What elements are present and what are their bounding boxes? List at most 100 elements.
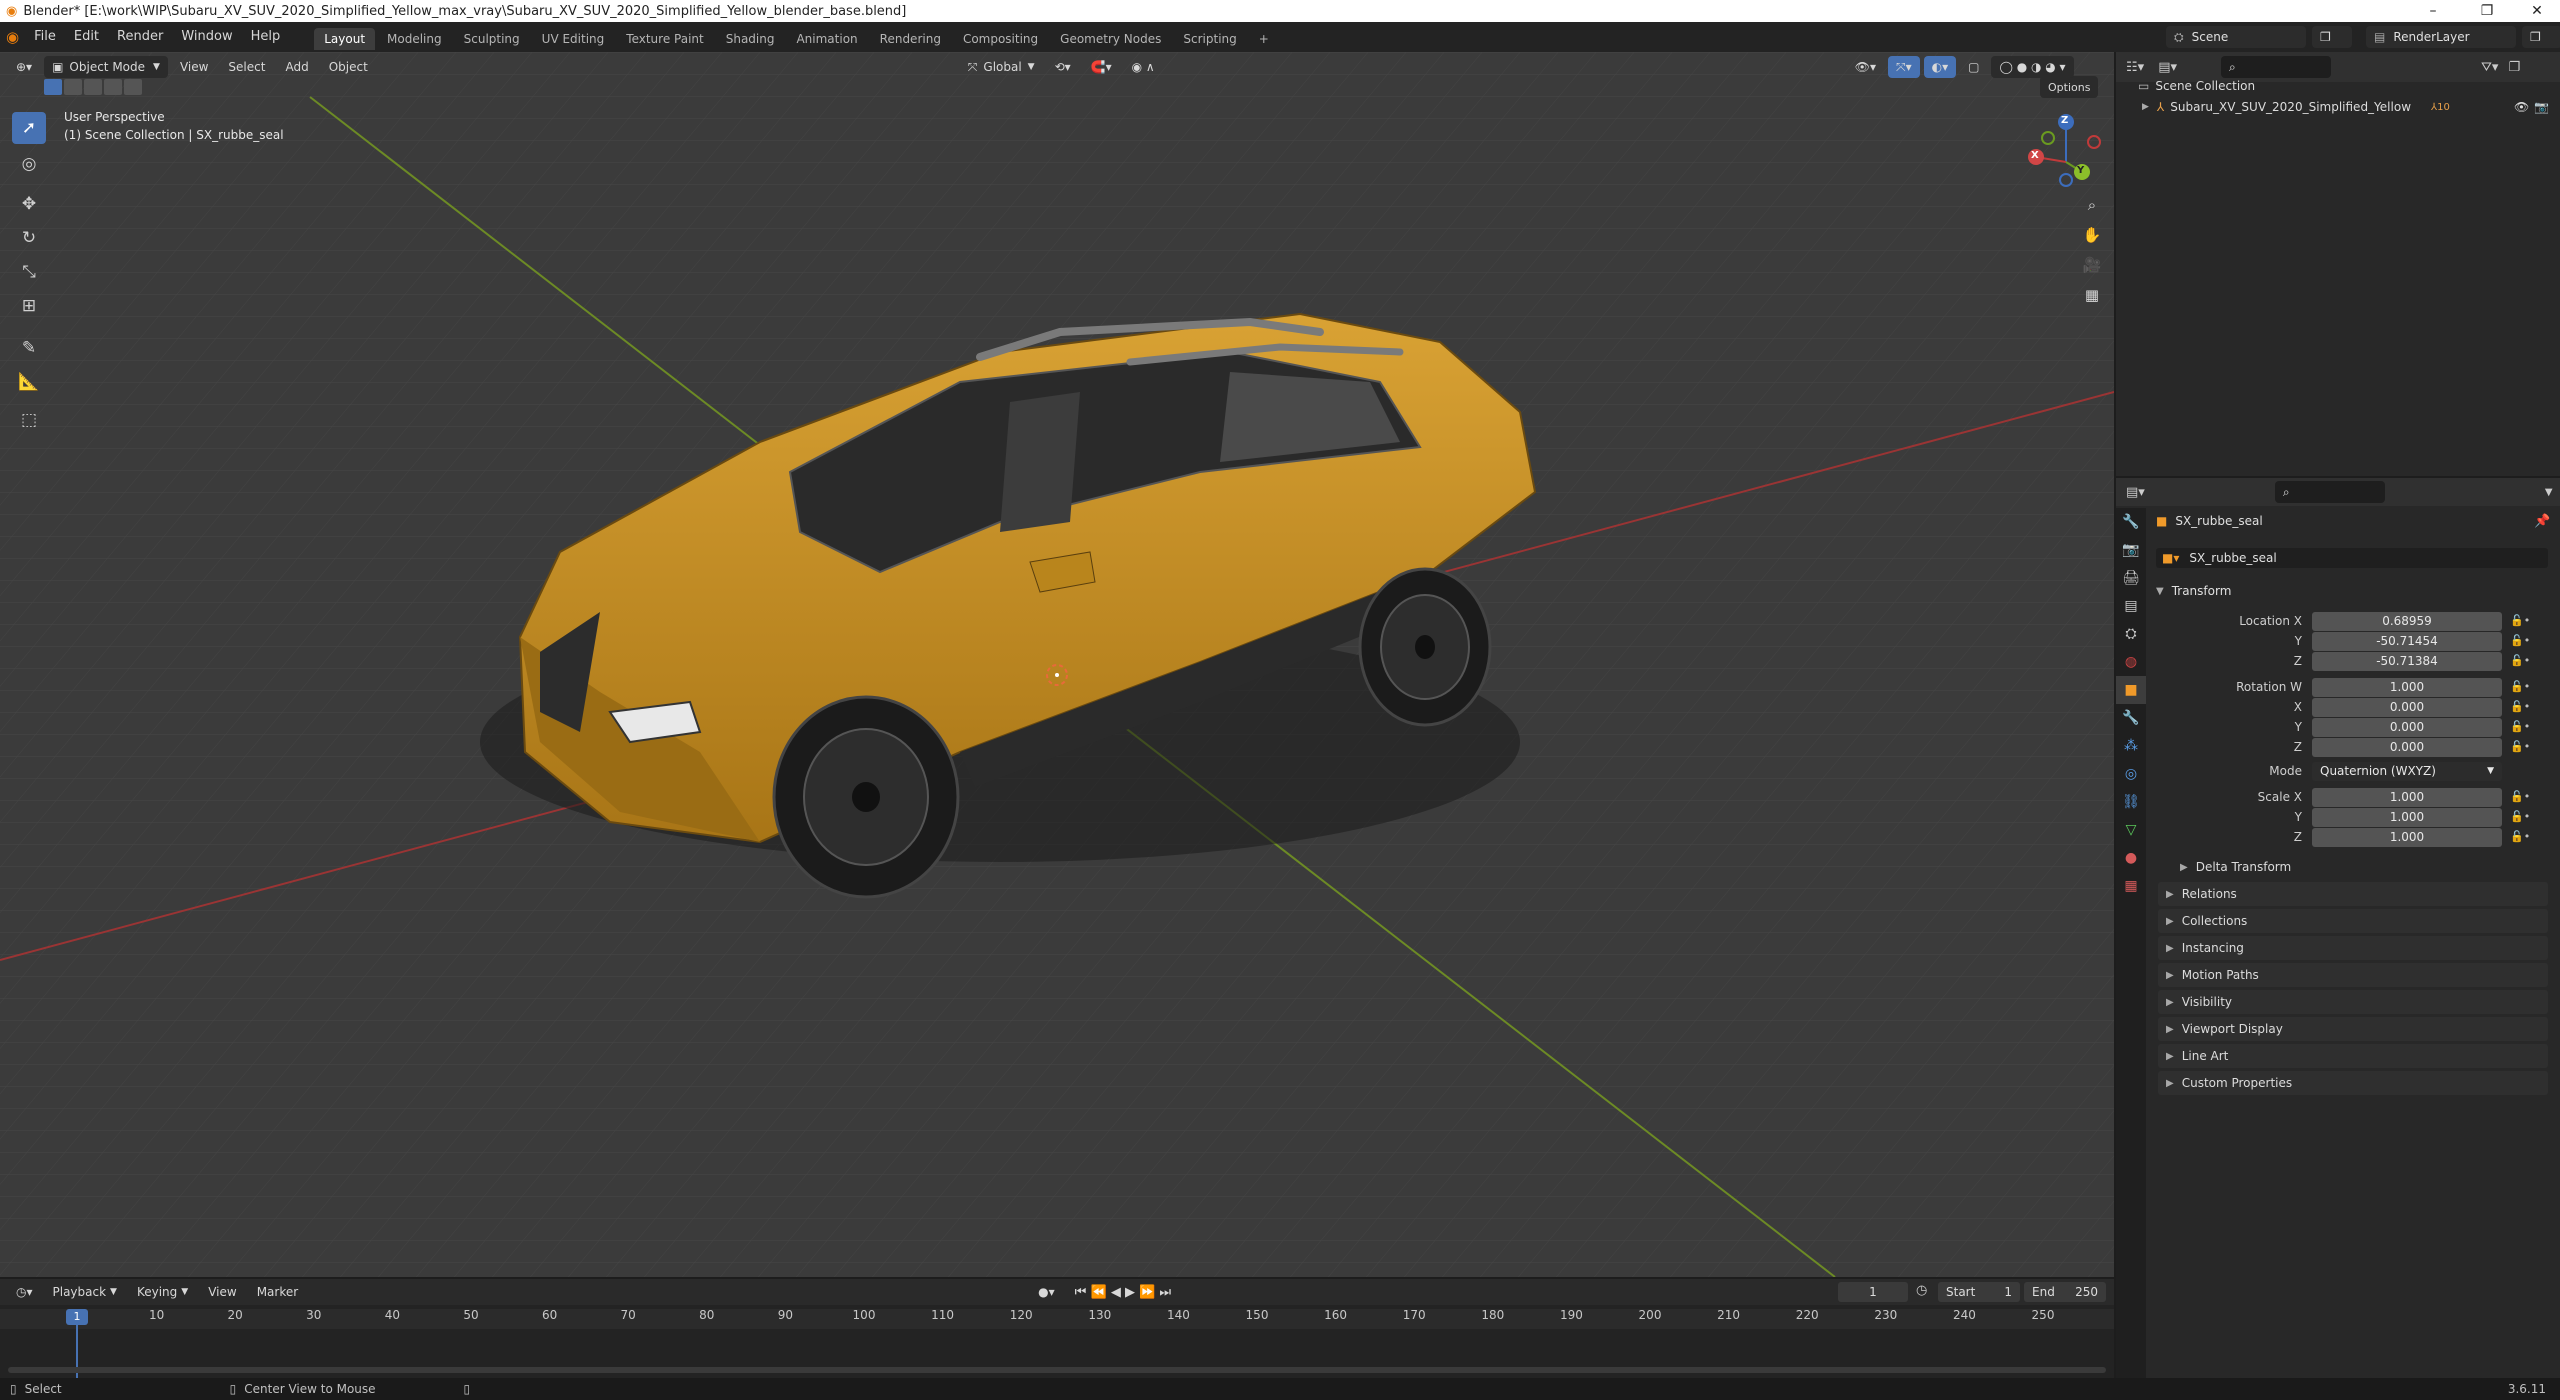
scene-tab-icon[interactable]: ⛭	[2116, 620, 2146, 648]
menu-object[interactable]: Object	[321, 56, 376, 78]
ortho-grid-icon[interactable]: ▦	[2077, 280, 2107, 310]
scale-x-field[interactable]: 1.000	[2312, 788, 2502, 807]
material-tab-icon[interactable]: ●	[2116, 844, 2146, 872]
tab-texture-paint[interactable]: Texture Paint	[616, 28, 713, 50]
tab-shading[interactable]: Shading	[716, 28, 785, 50]
location-x-field[interactable]: 0.68959	[2312, 612, 2502, 631]
object-name-field[interactable]: ■▾ SX_rubbe_seal	[2156, 548, 2548, 568]
tab-modeling[interactable]: Modeling	[377, 28, 452, 50]
properties-search-input[interactable]: ⌕	[2274, 481, 2385, 503]
preview-range-icon[interactable]: ◷	[1916, 1283, 1927, 1298]
tab-layout[interactable]: Layout	[314, 28, 376, 50]
output-tab-icon[interactable]: 🖨	[2116, 564, 2146, 592]
menu-view[interactable]: View	[172, 56, 216, 78]
playback-controls[interactable]: ⏮ ⏪ ◀ ▶ ⏩ ⏭	[1067, 1281, 1179, 1303]
rotate-tool-icon[interactable]: ↻	[12, 222, 46, 254]
cursor-tool-icon[interactable]: ◎	[12, 148, 46, 180]
panel-motion-paths[interactable]: ▶ Motion Paths	[2158, 963, 2548, 987]
lock-icon[interactable]: 🔓•	[2510, 830, 2530, 843]
render-tab-icon[interactable]: 📷	[2116, 536, 2146, 564]
texture-tab-icon[interactable]: ▦	[2116, 872, 2146, 900]
rotation-x-field[interactable]: 0.000	[2312, 698, 2502, 717]
rotation-mode-dropdown[interactable]: Quaternion (WXYZ) ▼	[2312, 762, 2502, 781]
menu-help[interactable]: Help	[242, 22, 290, 52]
close-button[interactable]: ✕	[2514, 0, 2560, 22]
view-layer-tab-icon[interactable]: ▤	[2116, 592, 2146, 620]
scene-new-button[interactable]: ❐	[2312, 26, 2352, 48]
rotation-z-field[interactable]: 0.000	[2312, 738, 2502, 757]
display-mode-icon[interactable]: ▤▾	[2158, 60, 2177, 75]
scene-selector[interactable]: ⛭ Scene	[2166, 26, 2306, 48]
add-workspace-button[interactable]: +	[1249, 28, 1279, 50]
physics-tab-icon[interactable]: ◎	[2116, 760, 2146, 788]
object-mode-dropdown[interactable]: ▣ Object Mode ▼	[44, 56, 168, 78]
tab-animation[interactable]: Animation	[786, 28, 867, 50]
transform-orientation-dropdown[interactable]: ⤧ Global ▼	[960, 56, 1043, 78]
select-box-tool-icon[interactable]: ➚	[12, 112, 46, 144]
maximize-button[interactable]: ❐	[2464, 0, 2510, 22]
outliner-root[interactable]: ▭ Scene Collection	[2138, 79, 2255, 93]
move-tool-icon[interactable]: ✥	[12, 188, 46, 220]
record-icon[interactable]: ●▾	[1030, 1281, 1063, 1303]
eye-icon[interactable]: 👁	[2514, 100, 2529, 114]
camera-view-icon[interactable]: 🎥	[2077, 250, 2107, 280]
select-new-icon[interactable]	[44, 79, 62, 95]
object-tab-icon[interactable]: ■	[2116, 676, 2146, 704]
select-invert-icon[interactable]	[104, 79, 122, 95]
pin-icon[interactable]: 📌	[2534, 514, 2550, 529]
panel-custom-properties[interactable]: ▶ Custom Properties	[2158, 1071, 2548, 1095]
menu-keying[interactable]: Keying ▼	[129, 1281, 196, 1303]
annotate-tool-icon[interactable]: ✎	[12, 332, 46, 364]
camera-render-icon[interactable]: 📷	[2534, 100, 2549, 114]
timeline-editor-icon[interactable]: ◷▾	[8, 1281, 41, 1303]
menu-add[interactable]: Add	[277, 56, 316, 78]
snap-icon[interactable]: 🧲▾	[1083, 56, 1120, 78]
xray-toggle-icon[interactable]: ▢	[1960, 56, 1987, 78]
lock-icon[interactable]: 🔓•	[2510, 614, 2530, 627]
lock-icon[interactable]: 🔓•	[2510, 654, 2530, 667]
lock-icon[interactable]: 🔓•	[2510, 740, 2530, 753]
outliner-search-input[interactable]: ⌕	[2221, 56, 2331, 78]
shading-modes[interactable]: ◯ ● ◑ ◕ ▾	[1991, 56, 2074, 78]
chevron-down-icon[interactable]: ▼	[2545, 487, 2553, 498]
delta-transform-subpanel[interactable]: ▶ Delta Transform	[2172, 855, 2548, 879]
particles-tab-icon[interactable]: ⁂	[2116, 732, 2146, 760]
data-tab-icon[interactable]: ▽	[2116, 816, 2146, 844]
tab-uv-editing[interactable]: UV Editing	[532, 28, 615, 50]
scale-y-field[interactable]: 1.000	[2312, 808, 2502, 827]
gizmo-toggle-icon[interactable]: ⤧▾	[1887, 56, 1920, 78]
proportional-edit-icon[interactable]: ◉ ∧	[1124, 56, 1163, 78]
start-frame-field[interactable]: Start 1	[1938, 1282, 2020, 1302]
properties-editor-icon[interactable]: ▤▾	[2126, 485, 2145, 500]
lock-icon[interactable]: 🔓•	[2510, 790, 2530, 803]
overlay-toggle-icon[interactable]: ◐▾	[1923, 56, 1957, 78]
world-tab-icon[interactable]: ◍	[2116, 648, 2146, 676]
menu-playback[interactable]: Playback ▼	[45, 1281, 125, 1303]
menu-edit[interactable]: Edit	[65, 22, 108, 52]
panel-instancing[interactable]: ▶ Instancing	[2158, 936, 2548, 960]
rotation-w-field[interactable]: 1.000	[2312, 678, 2502, 697]
modifier-tab-icon[interactable]: 🔧	[2116, 704, 2146, 732]
select-intersect-icon[interactable]	[124, 79, 142, 95]
panel-line-art[interactable]: ▶ Line Art	[2158, 1044, 2548, 1068]
menu-file[interactable]: File	[25, 22, 65, 52]
timeline-scrollbar[interactable]	[8, 1367, 2106, 1373]
panel-relations[interactable]: ▶ Relations	[2158, 882, 2548, 906]
lock-icon[interactable]: 🔓•	[2510, 700, 2530, 713]
panel-viewport-display[interactable]: ▶ Viewport Display	[2158, 1017, 2548, 1041]
new-collection-icon[interactable]: ❐	[2508, 60, 2520, 75]
pan-hand-icon[interactable]: ✋	[2077, 220, 2107, 250]
outliner-item[interactable]: ▶ ⅄ Subaru_XV_SUV_2020_Simplified_Yellow…	[2142, 97, 2552, 117]
tool-tab-icon[interactable]: 🔧	[2116, 508, 2146, 536]
lock-icon[interactable]: 🔓•	[2510, 634, 2530, 647]
location-z-field[interactable]: -50.71384	[2312, 652, 2502, 671]
select-extend-icon[interactable]	[64, 79, 82, 95]
transform-tool-icon[interactable]: ⊞	[12, 290, 46, 322]
lock-icon[interactable]: 🔓•	[2510, 720, 2530, 733]
location-y-field[interactable]: -50.71454	[2312, 632, 2502, 651]
menu-marker[interactable]: Marker	[249, 1281, 306, 1303]
panel-collections[interactable]: ▶ Collections	[2158, 909, 2548, 933]
current-frame-field[interactable]: 1	[1838, 1282, 1908, 1302]
tab-geometry-nodes[interactable]: Geometry Nodes	[1050, 28, 1171, 50]
playhead-frame[interactable]: 1	[66, 1309, 88, 1325]
